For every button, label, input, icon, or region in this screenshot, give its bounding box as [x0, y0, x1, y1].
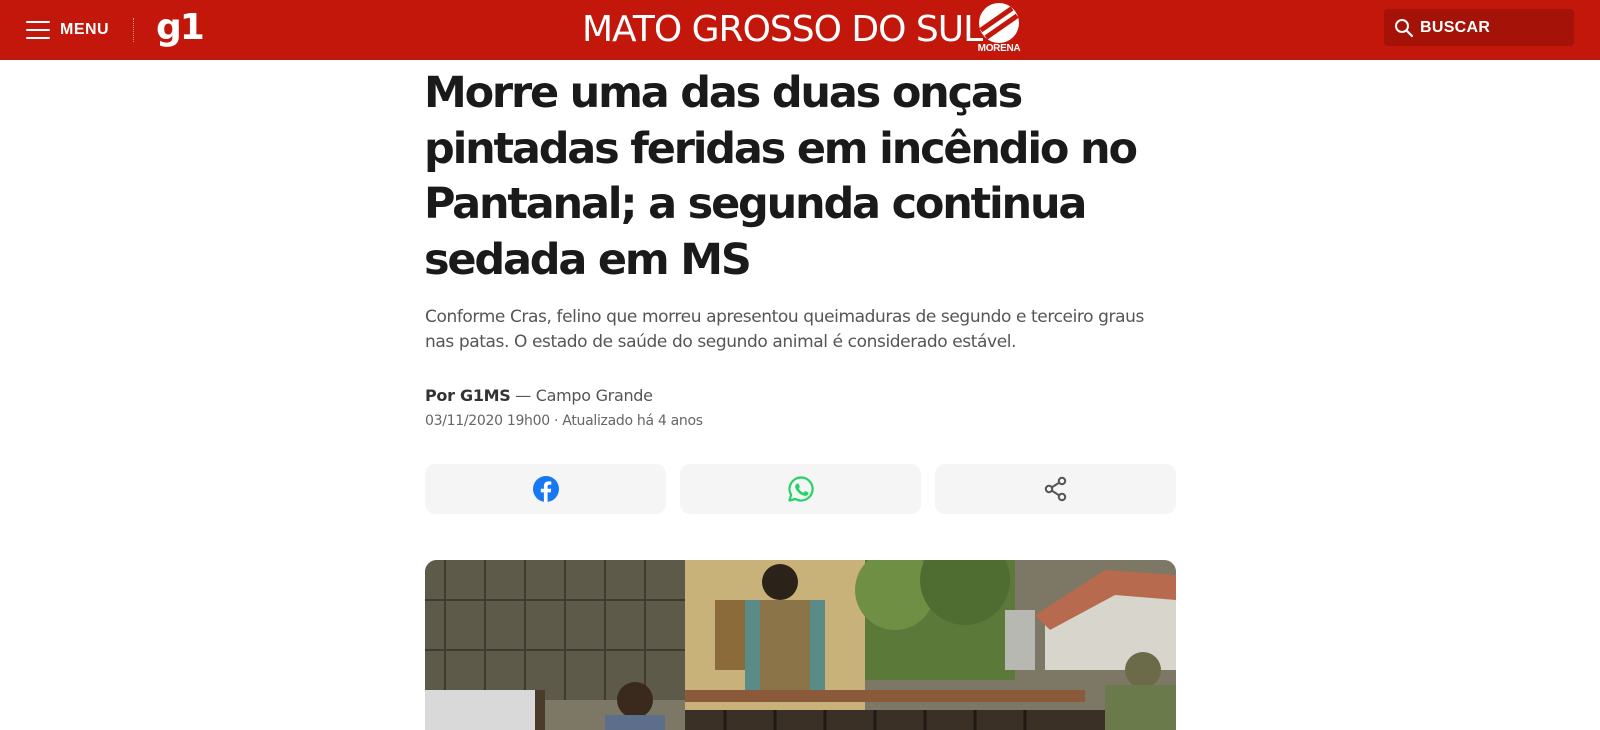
menu-label: MENU: [60, 21, 110, 38]
facebook-icon: [532, 476, 559, 502]
search-label: BUSCAR: [1420, 18, 1491, 36]
menu-button[interactable]: MENU: [26, 16, 109, 44]
whatsapp-icon: [787, 476, 814, 502]
byline-author: Por G1MS: [425, 386, 511, 405]
share-icon: [1044, 476, 1066, 502]
byline-location: — Campo Grande: [510, 386, 653, 405]
share-whatsapp-button[interactable]: [680, 464, 921, 514]
share-generic-button[interactable]: [935, 464, 1176, 514]
byline: Por G1MS — Campo Grande: [425, 385, 653, 407]
search-button[interactable]: BUSCAR: [1384, 9, 1574, 46]
g1-logo[interactable]: g1: [156, 6, 205, 50]
affiliate-name: MORENA: [977, 43, 1021, 54]
search-icon: [1395, 18, 1414, 37]
photo-illustration: [425, 560, 1176, 730]
hamburger-icon: [26, 21, 50, 39]
article-title: Morre uma das duas onças pintadas ferida…: [424, 68, 1138, 285]
article-photo: [425, 560, 1176, 730]
article-subtitle: Conforme Cras, felino que morreu apresen…: [425, 307, 1144, 352]
affiliate-logo[interactable]: MORENA: [973, 2, 1025, 58]
region-title[interactable]: MATO GROSSO DO SUL: [582, 8, 983, 52]
header-divider: [133, 18, 134, 42]
dateline: 03/11/2020 19h00 · Atualizado há 4 anos: [425, 413, 703, 429]
site-header: MENU g1 MATO GROSSO DO SUL MORENA BUSCAR: [0, 0, 1600, 60]
share-facebook-button[interactable]: [425, 464, 666, 514]
share-bar: [425, 464, 1176, 514]
globo-sphere-icon: [979, 3, 1019, 43]
